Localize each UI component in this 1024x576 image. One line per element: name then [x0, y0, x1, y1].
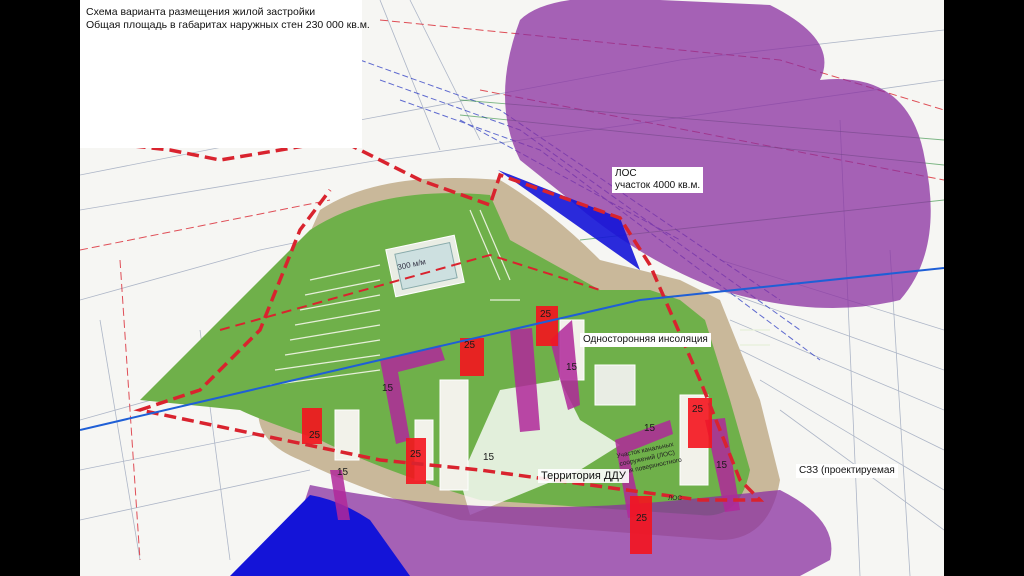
title-line-1: Схема варианта размещения жилой застройк…: [86, 6, 316, 18]
szz-label: СЗЗ (проектируемая: [796, 464, 898, 478]
floors-label: 25: [540, 309, 552, 320]
los-label: ЛОС: [615, 168, 637, 179]
floors-label: 15: [716, 460, 728, 471]
floors-label: 25: [309, 430, 321, 441]
floors-label: 25: [692, 404, 704, 415]
floors-label: 15: [382, 383, 394, 394]
title-line-2: Общая площадь в габаритах наружных стен …: [86, 19, 370, 31]
floors-label: 25: [636, 513, 648, 524]
los-area-label: участок 4000 кв.м.: [615, 180, 701, 191]
floors-label: 15: [644, 423, 656, 434]
los-callout: ЛОС участок 4000 кв.м.: [612, 167, 704, 193]
los-small-label: ЛОС: [668, 495, 682, 502]
insolation-label: Односторонняя инсоляция: [580, 333, 711, 347]
ddu-label: Территория ДДУ: [538, 469, 629, 483]
floors-label: 25: [464, 340, 476, 351]
floors-label: 15: [483, 452, 495, 463]
floors-label: 25: [410, 449, 422, 460]
floors-label: 15: [337, 467, 349, 478]
floors-label: 15: [566, 362, 578, 373]
